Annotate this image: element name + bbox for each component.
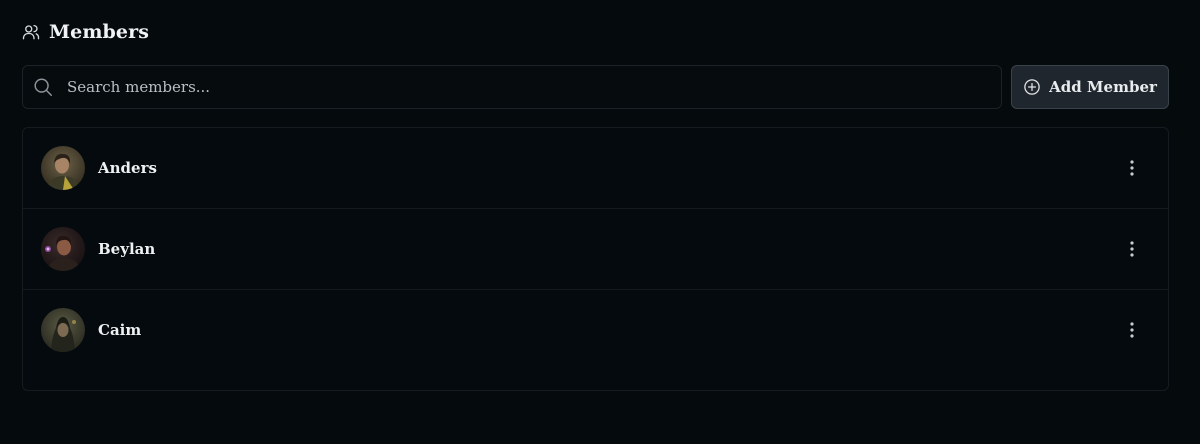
members-page: Members Add Member	[0, 0, 1200, 444]
avatar	[41, 146, 85, 190]
search-icon	[32, 76, 54, 98]
member-name: Beylan	[98, 240, 156, 258]
members-list: Anders Beylan Caim	[22, 127, 1169, 391]
add-member-button[interactable]: Add Member	[1011, 65, 1169, 109]
member-row-beylan[interactable]: Beylan	[23, 209, 1168, 290]
more-vertical-icon[interactable]	[1122, 156, 1142, 180]
users-icon	[22, 23, 40, 41]
avatar	[41, 308, 85, 352]
member-name: Anders	[98, 159, 157, 177]
page-title: Members	[49, 21, 150, 43]
more-vertical-icon[interactable]	[1122, 237, 1142, 261]
avatar	[41, 227, 85, 271]
member-row-caim[interactable]: Caim	[23, 290, 1168, 370]
member-name: Caim	[98, 321, 142, 339]
page-header: Members	[22, 18, 149, 46]
plus-circle-icon	[1023, 78, 1041, 96]
search-box[interactable]	[22, 65, 1002, 109]
more-vertical-icon[interactable]	[1122, 318, 1142, 342]
search-input[interactable]	[67, 67, 1001, 107]
member-row-anders[interactable]: Anders	[23, 128, 1168, 209]
add-member-label: Add Member	[1049, 78, 1157, 96]
